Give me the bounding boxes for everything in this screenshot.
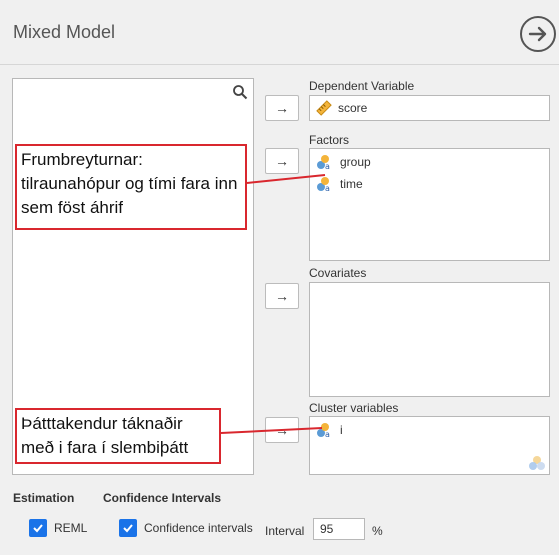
interval-input[interactable] (313, 518, 365, 540)
checkbox-checked-icon (119, 519, 137, 537)
reml-checkbox[interactable]: REML (29, 519, 87, 537)
estimation-title: Estimation (13, 491, 75, 505)
confidence-intervals-title: Confidence Intervals (103, 491, 222, 505)
interval-unit: % (372, 524, 383, 538)
annotation-connectors (220, 174, 326, 434)
interval-label: Interval (265, 524, 305, 538)
factors-annotation: Frumbreyturnar: tilraunahópur og tími fa… (15, 144, 247, 230)
checkbox-checked-icon (29, 519, 47, 537)
cluster-annotation: Þátttakendur táknaðir með i fara í slemb… (15, 408, 221, 464)
factors-connector-line (246, 174, 326, 184)
cluster-connector-line (220, 427, 323, 434)
reml-label: REML (54, 521, 88, 535)
confidence-intervals-checkbox[interactable]: Confidence intervals (119, 519, 253, 537)
confidence-intervals-label: Confidence intervals (144, 521, 253, 535)
